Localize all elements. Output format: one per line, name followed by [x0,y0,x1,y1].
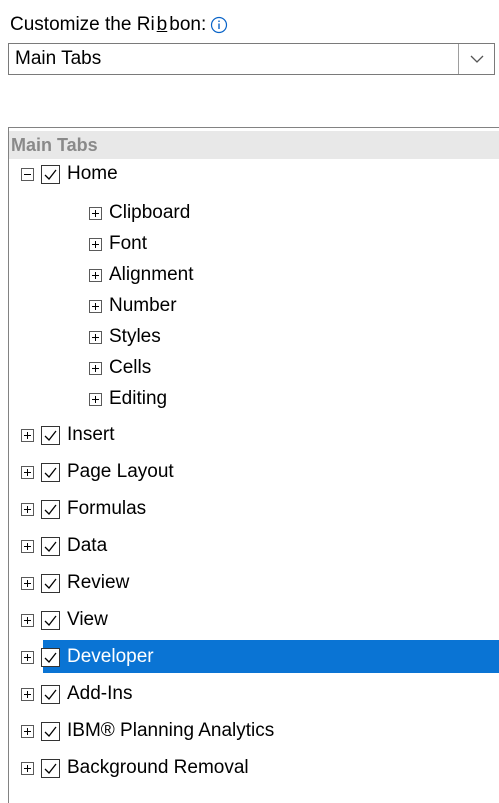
tree-item-add-ins[interactable]: Add-Ins [21,679,136,709]
label-suffix: bon: [169,14,207,35]
tree-item-label: Formulas [67,498,147,519]
tree-subitem-clipboard[interactable]: Clipboard [89,198,194,228]
chevron-down-icon [470,55,483,63]
expand-icon[interactable] [21,687,34,701]
data-checkbox[interactable] [41,536,60,556]
tree-group-header: Main Tabs [9,131,499,159]
tree-item-label: Alignment [109,264,194,285]
expand-icon[interactable] [89,330,102,344]
collapse-icon[interactable] [21,167,34,181]
tree-item-label: Styles [109,326,161,347]
tree-subitem-alignment[interactable]: Alignment [89,260,198,290]
tree-item-label: Clipboard [109,202,191,223]
tree-subitem-cells[interactable]: Cells [89,353,155,383]
expand-icon[interactable] [89,268,102,282]
home-checkbox[interactable] [41,164,60,184]
tree-item-developer[interactable]: Developer [21,642,158,672]
tree-item-home[interactable]: Home [21,159,122,189]
tree-item-data[interactable]: Data [21,531,111,561]
view-checkbox[interactable] [41,610,60,630]
tree-item-label: Home [67,163,118,184]
expand-icon[interactable] [21,539,34,553]
page-layout-checkbox[interactable] [41,462,60,482]
expand-icon[interactable] [21,761,34,775]
tree-subitem-number[interactable]: Number [89,291,181,321]
tree-item-label: Add-Ins [67,683,133,704]
insert-checkbox[interactable] [41,425,60,445]
expand-icon[interactable] [21,613,34,627]
formulas-checkbox[interactable] [41,499,60,519]
tree-item-label: IBM® Planning Analytics [67,720,275,741]
ibm-planning-analytics-checkbox[interactable] [41,721,60,741]
tree-item-label: Cells [109,357,152,378]
expand-icon[interactable] [89,299,102,313]
tree-item-review[interactable]: Review [21,568,133,598]
customize-ribbon-label: Customize the Ri b bon: [10,12,228,38]
tree-item-label: Insert [67,424,115,445]
expand-icon[interactable] [21,428,34,442]
tree-item-view[interactable]: View [21,605,112,635]
label-accelerator: b [156,14,168,35]
tree-item-label: View [67,609,108,630]
tree-item-label: Data [67,535,108,556]
expand-icon[interactable] [89,206,102,220]
expand-icon[interactable] [89,392,102,406]
tree-item-ibm-planning-analytics[interactable]: IBM® Planning Analytics [21,716,278,746]
tree-item-label: Page Layout [67,461,174,482]
expand-icon[interactable] [21,502,34,516]
tree-subitem-styles[interactable]: Styles [89,322,165,352]
label-prefix: Customize the Ri [10,14,155,35]
tree-item-label: Number [109,295,177,316]
main-tabs-dropdown[interactable]: Main Tabs [8,43,495,75]
tree-item-label: Font [109,233,148,254]
tree-item-page-layout[interactable]: Page Layout [21,457,178,487]
tree-item-label: Developer [67,646,154,667]
expand-icon[interactable] [89,237,102,251]
tree-item-label: Background Removal [67,757,249,778]
expand-icon[interactable] [21,724,34,738]
dropdown-arrow-button[interactable] [458,44,494,74]
tree-subitem-font[interactable]: Font [89,229,151,259]
expand-icon[interactable] [89,361,102,375]
add-ins-checkbox[interactable] [41,684,60,704]
dropdown-value: Main Tabs [15,48,102,69]
review-checkbox[interactable] [41,573,60,593]
ribbon-tabs-tree[interactable]: Main Tabs Home Clipboard Font Alignment … [8,127,499,803]
background-removal-checkbox[interactable] [41,758,60,778]
expand-icon[interactable] [21,576,34,590]
developer-checkbox[interactable] [41,647,60,667]
tree-subitem-editing[interactable]: Editing [89,384,171,414]
tree-item-background-removal[interactable]: Background Removal [21,753,253,783]
info-icon[interactable] [210,16,228,34]
tree-item-label: Editing [109,388,168,409]
expand-icon[interactable] [21,465,34,479]
tree-item-label: Review [67,572,130,593]
tree-item-formulas[interactable]: Formulas [21,494,150,524]
tree-item-insert[interactable]: Insert [21,420,119,450]
expand-icon[interactable] [21,650,34,664]
